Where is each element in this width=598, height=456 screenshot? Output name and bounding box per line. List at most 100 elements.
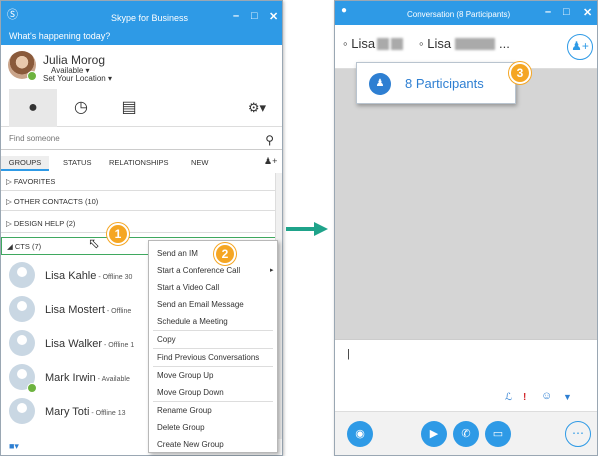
group-label: DESIGN HELP (2) [13, 219, 76, 228]
phone-dialpad-icon[interactable]: ■▾ [9, 441, 19, 452]
chat-bubble-icon: ◉ [355, 428, 365, 440]
tab-meetings[interactable]: ▤ [105, 89, 153, 127]
participants-popup[interactable]: ♟ 8 Participants [356, 62, 516, 104]
step-badge-2: 2 [214, 243, 236, 265]
participants-icon: ♟ [369, 73, 391, 95]
maximize-button[interactable]: □ [251, 10, 258, 22]
redacted-name [377, 38, 389, 50]
menu-item-conference-call[interactable]: Start a Conference Call [157, 266, 240, 275]
search-bar: ⚲ [1, 133, 282, 150]
contact-status: - Offline 1 [102, 342, 135, 349]
group-label: FAVORITES [13, 177, 56, 186]
title-bar: ● Conversation (8 Participants) – □ ✕ [335, 1, 597, 25]
avatar [9, 330, 35, 356]
menu-item-delete-group[interactable]: Delete Group [157, 423, 205, 432]
contact-name: Lisa Mostert [45, 304, 105, 316]
menu-divider [153, 401, 273, 402]
menu-item-send-im[interactable]: Send an IM [157, 249, 198, 258]
add-participant-icon[interactable]: ♟+ [567, 34, 593, 60]
participants-count: 8 Participants [405, 76, 484, 91]
contact-name: Lisa Kahle [45, 270, 97, 282]
tab-groups[interactable]: GROUPS [1, 156, 49, 171]
menu-item-schedule-meeting[interactable]: Schedule a Meeting [157, 317, 228, 326]
video-call-button[interactable]: ▶ [421, 421, 447, 447]
window-title: Conversation (8 Participants) [407, 10, 511, 19]
contact-name: Lisa Walker [45, 338, 103, 350]
menu-item-move-up[interactable]: Move Group Up [157, 371, 213, 380]
user-name: Julia Morog [43, 53, 106, 67]
participant-name[interactable]: ◦ Lisa [419, 36, 451, 51]
phone-icon: ✆ [461, 428, 471, 440]
emoticon-icon[interactable]: ☺ [541, 390, 552, 402]
contact-status: - Offline 30 [96, 274, 133, 281]
group-tabs: GROUPS STATUS RELATIONSHIPS NEW ♟+ [1, 153, 282, 171]
avatar [9, 398, 35, 424]
search-icon[interactable]: ⚲ [265, 133, 274, 147]
menu-item-create-group[interactable]: Create New Group [157, 440, 224, 449]
attachment-icon[interactable]: ℒ [505, 392, 512, 403]
participant-name[interactable]: ◦ Lisa [343, 36, 375, 51]
importance-icon[interactable]: ! [523, 392, 526, 403]
submenu-arrow-icon: ▸ [270, 267, 274, 274]
group-favorites[interactable]: ▷ FAVORITES [1, 173, 276, 191]
close-button[interactable]: ✕ [583, 6, 592, 19]
group-label: OTHER CONTACTS (10) [13, 197, 99, 206]
group-design-help[interactable]: ▷ DESIGN HELP (2) [1, 215, 276, 233]
main-tabs: ● ◷ ▤ ⚙▾ [1, 89, 282, 127]
more-participants: ... [499, 36, 510, 51]
menu-item-email[interactable]: Send an Email Message [157, 300, 244, 309]
location-selector[interactable]: Set Your Location ▾ [43, 74, 112, 83]
group-label: CTS (7) [14, 242, 42, 251]
more-icon: ⋯ [572, 426, 584, 440]
menu-divider [153, 330, 273, 331]
mouse-cursor-icon: ⬁ [88, 235, 100, 251]
contact-status: - Available [95, 376, 130, 383]
calendar-icon: ▤ [121, 99, 137, 116]
tab-new[interactable]: NEW [191, 158, 209, 167]
menu-divider [153, 366, 273, 367]
tab-relationships[interactable]: RELATIONSHIPS [109, 158, 168, 167]
conversation-history [335, 69, 597, 339]
minimize-button[interactable]: – [545, 6, 551, 18]
menu-item-find-previous[interactable]: Find Previous Conversations [157, 353, 259, 362]
tab-status[interactable]: STATUS [63, 158, 91, 167]
presence-available-icon [27, 383, 37, 393]
context-menu: Send an IM Start a Conference Call ▸ Sta… [148, 240, 278, 453]
maximize-button[interactable]: □ [563, 6, 570, 18]
menu-item-video-call[interactable]: Start a Video Call [157, 283, 219, 292]
video-camera-icon: ▶ [429, 428, 439, 440]
text-cursor: | [347, 348, 350, 360]
menu-item-move-down[interactable]: Move Group Down [157, 388, 224, 397]
share-screen-button[interactable]: ▭ [485, 421, 511, 447]
contact-status: - Offline 13 [89, 410, 126, 417]
clock-icon: ◷ [74, 99, 88, 116]
close-button[interactable]: ✕ [269, 10, 278, 23]
window-title: Skype for Business [111, 13, 189, 23]
minimize-button[interactable]: – [233, 10, 239, 22]
gear-icon: ⚙▾ [247, 100, 267, 115]
group-other-contacts[interactable]: ▷ OTHER CONTACTS (10) [1, 193, 276, 211]
send-icon[interactable]: ▼ [563, 392, 572, 402]
arrow-right-icon [286, 222, 328, 236]
whats-happening-field[interactable]: What's happening today? [1, 31, 282, 45]
options-button[interactable]: ⚙▾ [233, 89, 281, 127]
person-icon: ● [28, 99, 38, 116]
participant-label: Lisa [351, 36, 376, 51]
avatar [9, 296, 35, 322]
monitor-icon: ▭ [492, 428, 504, 440]
more-options-button[interactable]: ⋯ [565, 421, 591, 447]
contact-name: Mark Irwin [45, 372, 96, 384]
im-button[interactable]: ◉ [347, 421, 373, 447]
add-contact-icon[interactable]: ♟+ [264, 156, 277, 167]
menu-item-copy[interactable]: Copy [157, 335, 176, 344]
tab-contacts[interactable]: ● [9, 89, 57, 127]
message-input[interactable]: | ℒ ! ☺ ▼ [335, 339, 597, 411]
menu-item-rename-group[interactable]: Rename Group [157, 406, 212, 415]
tab-conversations[interactable]: ◷ [57, 89, 105, 127]
step-badge-1: 1 [107, 223, 129, 245]
redacted-name [455, 38, 495, 50]
chat-bubble-icon: ● [341, 5, 348, 16]
redacted-name [391, 38, 403, 50]
audio-call-button[interactable]: ✆ [453, 421, 479, 447]
search-input[interactable] [9, 134, 239, 143]
